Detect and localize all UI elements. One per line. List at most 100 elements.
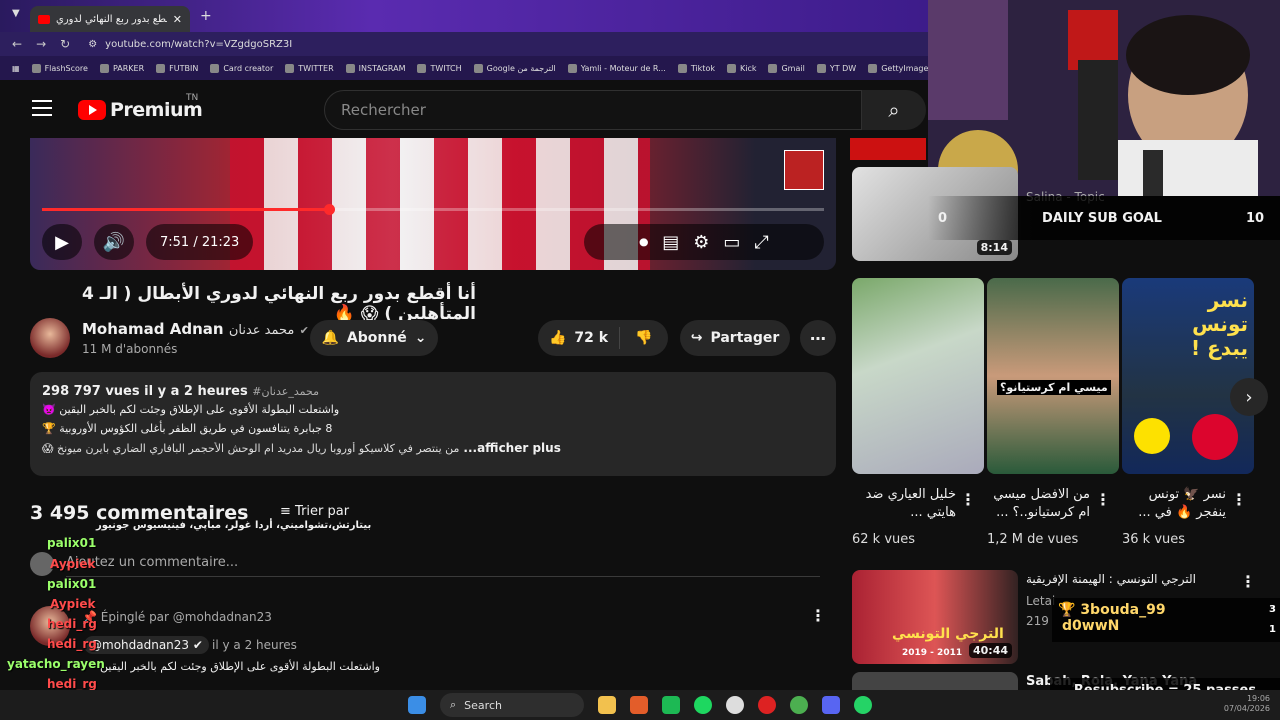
bookmark-item[interactable]: GettyImages: [868, 63, 928, 73]
bookmark-item[interactable]: Gmail: [768, 63, 805, 73]
volume-button[interactable]: 🔊: [94, 224, 134, 260]
new-tab-icon[interactable]: +: [200, 8, 212, 24]
theater-icon[interactable]: ▭: [723, 232, 740, 253]
browser-tabbar: ▼ أنا أقطع بدور ربع النهائي لدوري ... ✕ …: [0, 0, 928, 32]
chrome-icon[interactable]: [790, 696, 808, 714]
site-info-icon[interactable]: ⚙: [88, 39, 97, 50]
back-icon[interactable]: ←: [12, 37, 22, 51]
bookmark-icon: [345, 63, 355, 73]
bookmark-item[interactable]: Yamli - Moteur de R...: [567, 63, 666, 73]
progress-scrubber[interactable]: [323, 204, 335, 215]
channel-name[interactable]: Mohamad Adnan محمد عدنان ✔: [82, 320, 309, 338]
bookmark-item[interactable]: INSTAGRAM: [345, 63, 405, 73]
bookmark-item[interactable]: FlashScore: [31, 63, 88, 73]
hashtag[interactable]: #محمد_عدنان: [252, 385, 319, 398]
short-card-1[interactable]: [852, 278, 984, 474]
pinned-author-tag[interactable]: @mohdadnan23 ✔: [84, 636, 209, 654]
short-3-title[interactable]: نسر 🦅 تونس ينفجر 🔥 في ...: [1116, 486, 1226, 521]
dislike-button[interactable]: 👎: [620, 330, 668, 346]
game-icon[interactable]: [662, 696, 680, 714]
bookmark-item[interactable]: Kick: [726, 63, 756, 73]
bookmark-item[interactable]: TWITCH: [417, 63, 462, 73]
autoplay-toggle[interactable]: ⏺: [639, 232, 648, 253]
channel-watermark[interactable]: [784, 150, 824, 190]
add-comment-input[interactable]: Ajoutez un commentaire...: [66, 555, 820, 577]
pinned-comment-time[interactable]: il y a 2 heures: [212, 638, 297, 652]
file-explorer-icon[interactable]: [598, 696, 616, 714]
sort-button[interactable]: ≡ Trier par: [280, 504, 349, 519]
bookmark-item[interactable]: PARKER: [99, 63, 144, 73]
related-video-2-thumbnail[interactable]: الترجي التونسي 2019 - 2011 40:44: [852, 570, 1018, 664]
progress-bar[interactable]: [42, 204, 824, 215]
search-button[interactable]: ⌕: [862, 90, 926, 130]
logo-country: TN: [186, 93, 199, 103]
description-meta: 298 797 vues il y a 2 heures #محمد_عدنان: [42, 384, 824, 399]
sub-goal-label: DAILY SUB GOAL: [1042, 211, 1162, 226]
fullscreen-icon[interactable]: ⤢: [754, 232, 768, 253]
short-2-menu-icon[interactable]: ⋮: [1095, 490, 1111, 509]
description-box[interactable]: 298 797 vues il y a 2 heures #محمد_عدنان…: [30, 372, 836, 476]
forward-icon[interactable]: →: [36, 37, 46, 51]
short-1-title[interactable]: خليل العياري ضد هايتي ...: [846, 486, 956, 521]
bookmark-label: Yamli - Moteur de R...: [580, 63, 666, 73]
tab-close-icon[interactable]: ✕: [173, 13, 182, 26]
time-text: 7:51 / 21:23: [160, 234, 240, 250]
youtube-header: Premium TN Rechercher ⌕: [6, 80, 928, 138]
settings-icon[interactable]: ⚙: [693, 232, 709, 253]
tab-active[interactable]: أنا أقطع بدور ربع النهائي لدوري ... ✕: [30, 6, 190, 32]
subscribe-label: Abonné: [346, 330, 407, 346]
bookmark-item[interactable]: Tiktok: [677, 63, 715, 73]
comment-menu-icon[interactable]: ⋮: [810, 606, 826, 625]
url-field[interactable]: ⚙ youtube.com/watch?v=VZgdgoSRZ3I: [88, 34, 928, 54]
bookmark-item[interactable]: YT DW: [816, 63, 856, 73]
short-3-menu-icon[interactable]: ⋮: [1231, 490, 1247, 509]
sidebar-top-thumb[interactable]: [850, 138, 926, 160]
bookmark-item[interactable]: Google الترجمة من: [473, 63, 556, 73]
spotify-icon[interactable]: [694, 696, 712, 714]
discord-icon[interactable]: [822, 696, 840, 714]
brave-icon[interactable]: [630, 696, 648, 714]
more-actions-button[interactable]: ⋯: [800, 320, 836, 356]
short-3-views: 36 k vues: [1122, 532, 1186, 547]
apps-icon[interactable]: ▦: [12, 64, 20, 73]
video-player[interactable]: ▶ 🔊 7:51 / 21:23 ⏺ ▤ ⚙ ▭ ⤢: [30, 138, 836, 270]
menu-icon[interactable]: [32, 100, 52, 116]
subscribe-button[interactable]: 🔔 Abonné ⌄: [310, 320, 438, 356]
bookmark-item[interactable]: TWITTER: [285, 63, 334, 73]
video-2-menu-icon[interactable]: ⋮: [1240, 572, 1256, 591]
obs-icon[interactable]: [726, 696, 744, 714]
avatar[interactable]: [30, 318, 70, 358]
video-2-channel[interactable]: Letai: [1026, 594, 1055, 608]
clock-date: 07/04/2026: [1223, 704, 1270, 714]
verified-icon: ✔: [192, 638, 203, 652]
taskbar-search[interactable]: ⌕ Search: [440, 693, 584, 717]
system-clock[interactable]: 19:06 07/04/2026: [1224, 694, 1270, 715]
search-input[interactable]: Rechercher: [324, 90, 862, 130]
like-button[interactable]: 👍 72 k: [538, 327, 620, 349]
bookmark-item[interactable]: Card creator: [210, 63, 273, 73]
description-line-1: واشتعلت البطولة الأقوى على الإطلاق وجئت …: [42, 403, 340, 416]
show-more-link[interactable]: ...afficher plus: [463, 441, 560, 455]
short-1-menu-icon[interactable]: ⋮: [960, 490, 976, 509]
share-button[interactable]: ↪ Partager: [680, 320, 790, 356]
video-2-title[interactable]: الترجي التونسي : الهيمنة الإفريقية: [1026, 572, 1196, 586]
bookmark-item[interactable]: FUTBIN: [156, 63, 199, 73]
youtube-premium-logo[interactable]: Premium TN: [78, 93, 203, 121]
play-icon: ▶: [55, 231, 69, 253]
subtitles-icon[interactable]: ▤: [662, 232, 679, 253]
bell-icon: 🔔: [321, 330, 339, 346]
windows-start-icon[interactable]: [408, 696, 426, 714]
related-video-3-thumbnail[interactable]: [852, 672, 1018, 690]
reload-icon[interactable]: ↻: [60, 37, 70, 51]
short-card-2[interactable]: ميسي ام كرستيانو؟: [987, 278, 1119, 474]
shorts-next-button[interactable]: ›: [1230, 378, 1268, 416]
opera-icon[interactable]: [758, 696, 776, 714]
short-2-title[interactable]: من الافضل ميسي ام كرستيانو..؟ ...: [980, 486, 1090, 521]
short-card-3[interactable]: نسر تونس يبدع !: [1122, 278, 1254, 474]
play-button[interactable]: ▶: [42, 224, 82, 260]
bookmark-icon: [473, 63, 483, 73]
bookmark-icon: [868, 63, 878, 73]
whatsapp-icon[interactable]: [854, 696, 872, 714]
tab-list-icon[interactable]: ▼: [12, 8, 20, 19]
bookmark-label: FUTBIN: [169, 63, 199, 73]
